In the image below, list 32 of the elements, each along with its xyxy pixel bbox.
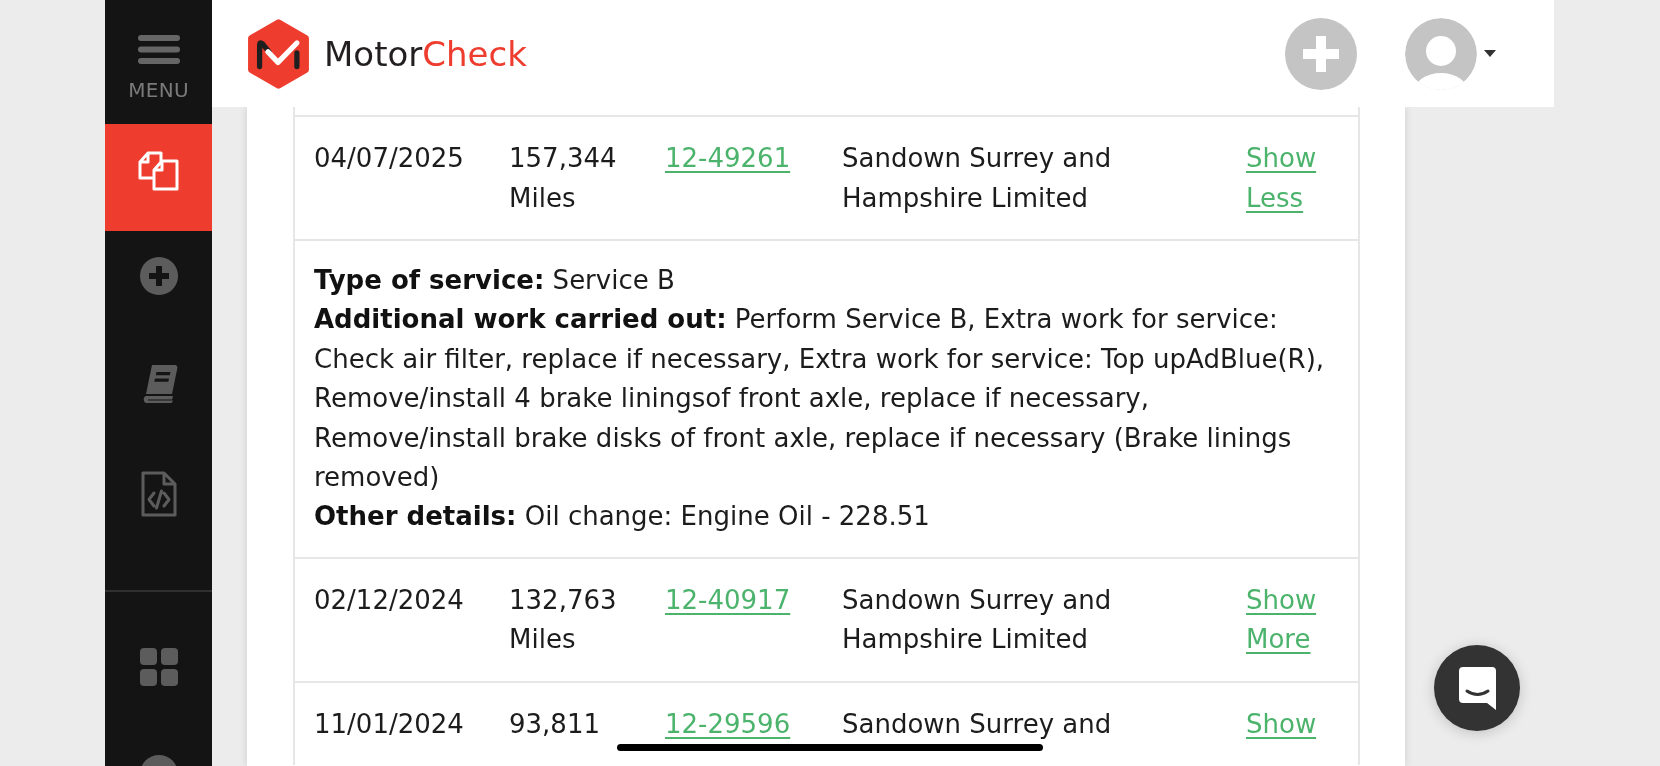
job-number-link[interactable]: 12-49261 [665, 143, 791, 173]
mileage-text: 132,763 Miles [509, 584, 617, 655]
menu-icon [137, 35, 180, 64]
grid-icon [139, 648, 178, 686]
mileage-text: 157,344 Miles [509, 143, 617, 213]
caret-icon [1484, 50, 1496, 57]
service-date: 11/01/2024 [314, 708, 464, 739]
details-toggle-link[interactable]: Show Less [1246, 139, 1346, 218]
logo-icon[interactable] [247, 18, 310, 89]
menu-button[interactable]: MENU [105, 0, 212, 124]
mileage-text: 93,811 [509, 708, 600, 739]
code-file-icon [140, 471, 177, 517]
avatar-icon [1405, 17, 1477, 90]
service-date: 04/07/2025 [314, 143, 464, 173]
job-number-link[interactable]: 12-40917 [665, 584, 791, 615]
service-detail-text: Type of service: Service B [314, 264, 675, 297]
plus-icon [1303, 35, 1339, 72]
job-number-link[interactable]: 12-29596 [665, 708, 791, 739]
dealer-name: Sandown Surrey and Hampshire Limited [842, 584, 1112, 655]
dealer-name: Sandown Surrey and Hampshire Limited [842, 143, 1112, 213]
service-detail-text: Other details: Oil change: Engine Oil - 228.51 [314, 500, 930, 534]
dealer-name: Sandown Surrey and [842, 708, 1112, 739]
documents-icon [137, 150, 180, 192]
chat-button[interactable] [1434, 645, 1520, 731]
details-toggle-link[interactable]: Show More [1246, 580, 1346, 660]
chat-icon [1458, 666, 1496, 710]
details-toggle-link[interactable]: Show [1246, 704, 1317, 745]
sidebar-item[interactable] [105, 124, 212, 231]
service-date: 02/12/2024 [314, 584, 464, 615]
service-detail-text: Additional work carried out: Perform Service B, Extra work for service: Check air filter, replace if necessary, Extra work for service: Top upAdBlue(R), Remove/install 4 brake liningsof front axle, replace if necessary, Remove/install brake disks of front axle, replace if necessary (Brake linings removed) [314, 303, 1326, 495]
user-menu-button[interactable] [1405, 17, 1496, 90]
brand-name: MotorCheck [324, 32, 527, 76]
